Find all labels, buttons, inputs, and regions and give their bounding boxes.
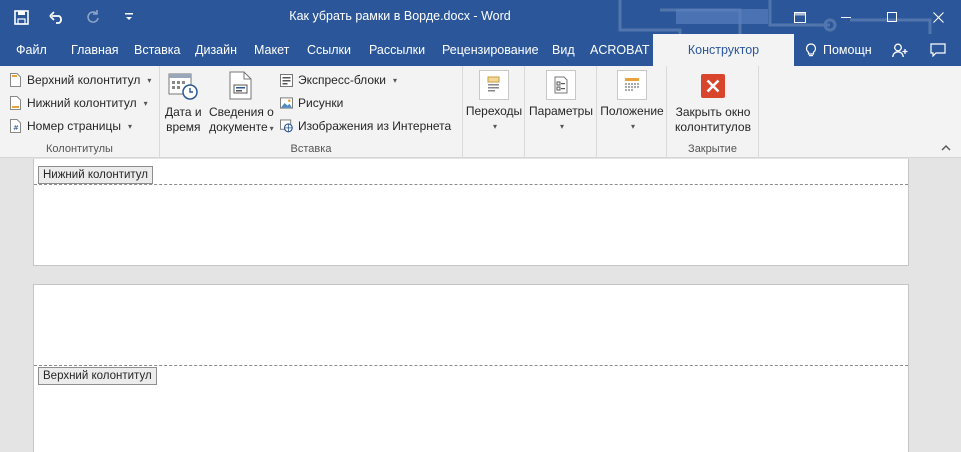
date-time-label-2: время: [166, 120, 201, 134]
chevron-down-icon: ▾: [630, 122, 635, 131]
add-user-icon: [892, 43, 908, 57]
document-info-label-2-wrap: документе ▾: [209, 120, 274, 136]
group-position: Положение ▾: [597, 66, 667, 158]
header-icon: [9, 73, 22, 87]
document-area: Нижний колонтитул Верхний колонтитул: [0, 159, 961, 452]
chevron-down-icon: ▾: [143, 98, 148, 108]
group-label-headers-footers: Колонтитулы: [46, 143, 113, 155]
page-2-top[interactable]: Верхний колонтитул: [33, 284, 909, 452]
ribbon-display-icon: [794, 11, 806, 23]
page-number-label: Номер страницы: [27, 119, 121, 133]
header-boundary-line: [34, 365, 908, 366]
ribbon: Верхний колонтитул ▾ Нижний колонтитул ▾ #…: [0, 66, 961, 158]
tab-constructor[interactable]: Конструктор: [653, 34, 794, 66]
group-label-insert: Вставка: [290, 143, 332, 155]
page-number-icon: #: [9, 119, 22, 133]
tab-acrobat[interactable]: ACROBAT: [590, 34, 650, 66]
document-info-icon: [225, 70, 257, 102]
pictures-label: Рисунки: [298, 96, 344, 110]
date-time-label-1: Дата и: [165, 105, 202, 119]
tab-insert[interactable]: Вставка: [134, 34, 180, 66]
group-options: Параметры ▾: [525, 66, 597, 158]
chevron-down-icon: ▾: [559, 122, 564, 131]
comment-icon: [930, 43, 946, 57]
header-tag: Верхний колонтитул: [38, 367, 157, 385]
document-info-label-2: документе: [209, 120, 268, 134]
tab-layout[interactable]: Макет: [254, 34, 289, 66]
close-icon: [932, 11, 944, 23]
tab-file[interactable]: Файл: [16, 34, 47, 66]
chevron-down-icon: ▾: [392, 75, 397, 85]
document-info-label-1: Сведения о: [209, 105, 274, 119]
tab-review[interactable]: Рецензирование: [442, 34, 539, 66]
account-name-redacted: [676, 9, 768, 24]
group-insert: Дата и время Сведения о документе ▾ Экспр…: [160, 66, 463, 158]
footer-tag: Нижний колонтитул: [38, 166, 153, 184]
lightbulb-icon: [805, 42, 817, 56]
share-button[interactable]: [892, 34, 908, 66]
navigation-icon: [479, 70, 509, 100]
footer-boundary-line: [34, 184, 908, 185]
calendar-clock-icon: [167, 70, 199, 102]
tab-design[interactable]: Дизайн: [195, 34, 237, 66]
picture-icon: [280, 96, 293, 110]
options-button[interactable]: Параметры ▾: [528, 70, 594, 134]
tab-view[interactable]: Вид: [552, 34, 575, 66]
position-button[interactable]: Положение ▾: [599, 70, 665, 134]
close-header-footer-button[interactable]: Закрыть окно колонтитулов: [671, 70, 755, 135]
collapse-ribbon-button[interactable]: [941, 143, 951, 154]
minimize-button[interactable]: [823, 0, 869, 34]
group-close: Закрыть окно колонтитулов Закрытие: [667, 66, 759, 158]
options-icon: [546, 70, 576, 100]
group-label-close: Закрытие: [688, 143, 737, 155]
close-icon: [697, 70, 729, 102]
chevron-down-icon: ▾: [492, 122, 497, 131]
svg-text:#: #: [13, 124, 19, 132]
footer-icon: [9, 96, 22, 110]
tab-references[interactable]: Ссылки: [307, 34, 351, 66]
chevron-down-icon: ▾: [269, 124, 274, 133]
navigation-label: Переходы: [465, 104, 523, 118]
online-pictures-label: Изображения из Интернета: [298, 119, 452, 133]
header-button[interactable]: Верхний колонтитул ▾: [9, 69, 151, 91]
close-header-footer-label-1: Закрыть окно: [675, 105, 751, 119]
position-icon: [617, 70, 647, 100]
minimize-icon: [841, 17, 851, 18]
close-header-footer-label-2: колонтитулов: [675, 120, 751, 134]
page-number-button[interactable]: # Номер страницы ▾: [9, 115, 132, 137]
tell-me-box[interactable]: Помощн: [805, 34, 872, 66]
close-window-button[interactable]: [915, 0, 961, 34]
navigation-button[interactable]: Переходы ▾: [466, 70, 522, 134]
ribbon-tabs: Файл Главная Вставка Дизайн Макет Ссылки…: [0, 34, 961, 66]
quick-parts-button[interactable]: Экспресс-блоки ▾: [280, 69, 397, 91]
maximize-button[interactable]: [869, 0, 915, 34]
document-info-button[interactable]: Сведения о документе ▾: [209, 70, 274, 136]
ribbon-display-options-button[interactable]: [777, 0, 823, 34]
group-headers-footers: Верхний колонтитул ▾ Нижний колонтитул ▾ #…: [0, 66, 160, 158]
page-1-bottom[interactable]: Нижний колонтитул: [33, 159, 909, 266]
date-time-button[interactable]: Дата и время: [165, 70, 202, 135]
position-label: Положение: [600, 104, 664, 118]
chevron-up-icon: [941, 145, 951, 151]
online-picture-icon: [280, 119, 293, 133]
options-label: Параметры: [529, 104, 593, 118]
quick-parts-icon: [280, 73, 293, 87]
group-navigation: Переходы ▾: [463, 66, 525, 158]
maximize-icon: [887, 12, 897, 22]
header-label: Верхний колонтитул: [27, 73, 141, 87]
tell-me-label: Помощн: [823, 43, 872, 57]
footer-button[interactable]: Нижний колонтитул ▾: [9, 92, 148, 114]
tab-mailings[interactable]: Рассылки: [369, 34, 425, 66]
footer-label: Нижний колонтитул: [27, 96, 137, 110]
quick-parts-label: Экспресс-блоки: [298, 73, 386, 87]
comments-button[interactable]: [930, 34, 946, 66]
chevron-down-icon: ▾: [147, 75, 152, 85]
chevron-down-icon: ▾: [127, 121, 132, 131]
title-bar: Как убрать рамки в Ворде.docx - Word: [0, 0, 961, 34]
tab-home[interactable]: Главная: [71, 34, 119, 66]
pictures-button[interactable]: Рисунки: [280, 92, 343, 114]
online-pictures-button[interactable]: Изображения из Интернета: [280, 115, 451, 137]
window-controls: [777, 0, 961, 34]
